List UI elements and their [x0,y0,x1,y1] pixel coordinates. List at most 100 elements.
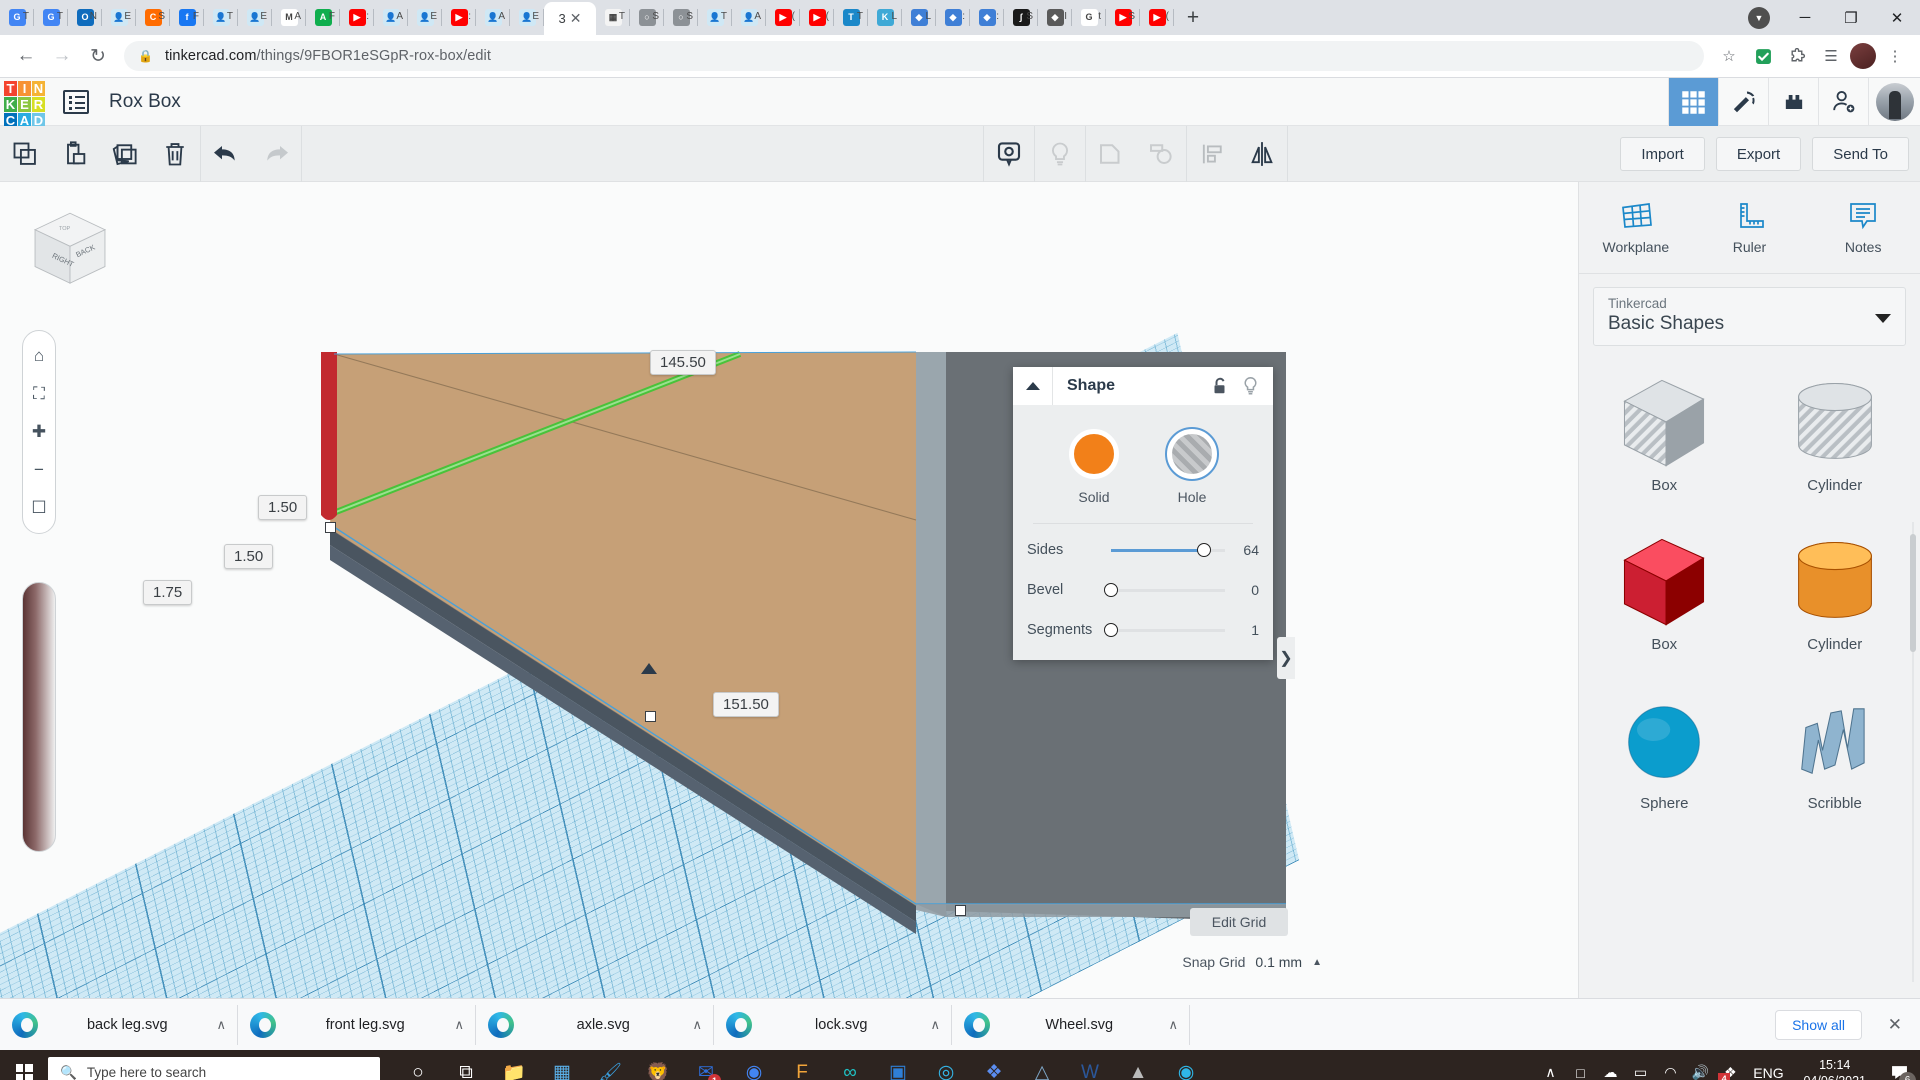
slider-track[interactable] [1111,549,1225,552]
font-app-icon[interactable]: F [778,1050,826,1080]
panel-collapse-toggle[interactable]: ❯ [1277,637,1295,679]
browser-tab[interactable]: KL [868,0,902,35]
dimension-label[interactable]: 1.50 [224,544,273,569]
browser-tab[interactable]: ○S [630,0,664,35]
task-view-icon[interactable]: ⧉ [442,1050,490,1080]
ortho-view-icon[interactable]: ☐ [23,489,55,527]
chevron-up-icon[interactable]: ∧ [216,1017,226,1033]
browser-tab[interactable]: ◆: [936,0,970,35]
active-browser-tab[interactable]: 3 ✕ [544,2,596,35]
inkscape-icon[interactable]: ▲ [1114,1050,1162,1080]
screen-record-icon[interactable]: □ [1565,1050,1595,1080]
browser-tab[interactable]: ▶( [766,0,800,35]
notes-icon[interactable] [984,126,1034,182]
new-tab-button[interactable]: + [1176,4,1210,32]
close-icon[interactable]: ✕ [1888,1015,1902,1035]
chrome-icon[interactable]: ◉ [730,1050,778,1080]
onedrive-icon[interactable]: ☁ [1595,1050,1625,1080]
grid-view-icon[interactable] [1668,78,1718,126]
brave-icon[interactable]: 🦁 [634,1050,682,1080]
caret-up-icon[interactable]: ▲ [1312,957,1322,968]
browser-tab[interactable]: Gt [1072,0,1106,35]
shape-library-item[interactable]: Box [1579,526,1750,681]
extrude-handle[interactable] [641,663,657,674]
close-window-button[interactable]: ✕ [1874,0,1920,35]
collapse-caret-icon[interactable] [1013,367,1053,405]
slider-track[interactable] [1111,589,1225,592]
browser-tab[interactable]: ▶: [340,0,374,35]
start-button[interactable] [0,1050,48,1080]
chevron-down-icon[interactable] [1875,314,1891,323]
browser-tab[interactable]: 👤A [732,0,766,35]
onshape-icon[interactable]: ∞ [826,1050,874,1080]
diamond-app-icon[interactable]: ❖ [970,1050,1018,1080]
maximize-button[interactable]: ❐ [1828,0,1874,35]
copy-icon[interactable] [0,126,50,182]
wifi-icon[interactable]: ◠ [1655,1050,1685,1080]
chevron-up-icon[interactable]: ∧ [930,1017,940,1033]
word-icon[interactable]: W [1066,1050,1114,1080]
align-icon[interactable] [1187,126,1237,182]
slider-knob[interactable] [1197,543,1211,557]
resize-handle[interactable] [325,522,336,533]
shape-library-item[interactable]: Sphere [1579,685,1750,840]
export-button[interactable]: Export [1716,137,1801,171]
shield-icon[interactable] [1748,41,1778,71]
brick-icon[interactable] [1768,78,1818,126]
browser-tab[interactable]: 👤A [476,0,510,35]
shape-library-select[interactable]: Tinkercad Basic Shapes [1593,287,1906,346]
dimension-label[interactable]: 1.75 [143,580,192,605]
trash-icon[interactable] [150,126,200,182]
extensions-icon[interactable] [1782,41,1812,71]
slider-knob[interactable] [1104,623,1118,637]
paint-icon[interactable]: 🖌 [586,1050,634,1080]
dimension-label[interactable]: 151.50 [713,692,779,717]
dimension-label[interactable]: 145.50 [650,350,716,375]
browser-tab[interactable]: ON [68,0,102,35]
cura-icon[interactable]: ◎ [922,1050,970,1080]
dimension-label[interactable]: 1.50 [258,495,307,520]
browser-tab[interactable]: 👤T [204,0,238,35]
edge-icon[interactable]: ◉ [1162,1050,1210,1080]
fit-view-icon[interactable]: ⛶ [23,375,55,413]
video-call-icon[interactable]: ▣ [874,1050,922,1080]
show-all-downloads-button[interactable]: Show all [1775,1010,1862,1040]
volume-icon[interactable]: 🔊 [1685,1050,1715,1080]
browser-tab[interactable]: ◆I [1038,0,1072,35]
hole-swatch[interactable] [1167,429,1217,479]
chevron-up-icon[interactable]: ∧ [692,1017,702,1033]
3d-canvas[interactable]: RIGHT BACK TOP ⌂ ⛶ ✚ − ☐ 145.501.501.501… [0,182,1578,998]
shape-library-item[interactable]: Cylinder [1750,526,1920,681]
back-button[interactable]: ← [10,40,42,72]
dropbox-icon[interactable]: ❖4 [1715,1050,1745,1080]
shape-library-item[interactable]: Box [1579,367,1750,522]
browser-tab[interactable]: 👤E [510,0,544,35]
browser-tab[interactable]: ◆L [902,0,936,35]
snap-grid-control[interactable]: Snap Grid 0.1 mm ▲ [1182,954,1322,970]
browser-tab[interactable]: ◆: [970,0,1004,35]
minimize-button[interactable]: ─ [1782,0,1828,35]
bookmark-star-icon[interactable]: ☆ [1714,41,1744,71]
forward-button[interactable]: → [46,40,78,72]
download-item[interactable]: Wheel.svg∧ [952,999,1190,1051]
light-bulb-icon[interactable] [1035,126,1085,182]
clock[interactable]: 15:14 04/06/2021 [1791,1057,1878,1080]
chevron-up-icon[interactable]: ∧ [1168,1017,1178,1033]
shape-library-item[interactable]: Cylinder [1750,367,1920,522]
slider-track[interactable] [1111,629,1225,632]
search-input[interactable]: 🔍 Type here to search [48,1057,380,1080]
browser-tab[interactable]: ▶( [1140,0,1174,35]
unlock-icon[interactable] [1205,367,1235,405]
chevron-up-icon[interactable]: ∧ [454,1017,464,1033]
browser-tab[interactable]: ▶( [800,0,834,35]
show-hidden-icons[interactable]: ∧ [1535,1050,1565,1080]
browser-tab[interactable]: CS [136,0,170,35]
zoom-in-icon[interactable]: ✚ [23,413,55,451]
redo-icon[interactable] [251,126,301,182]
duplicate-icon[interactable] [100,126,150,182]
cortana-icon[interactable]: ○ [394,1050,442,1080]
language-indicator[interactable]: ENG [1745,1050,1791,1080]
reload-button[interactable]: ↻ [82,40,114,72]
shape-library-item[interactable]: Scribble [1750,685,1920,840]
view-cube[interactable]: RIGHT BACK TOP [24,204,116,296]
